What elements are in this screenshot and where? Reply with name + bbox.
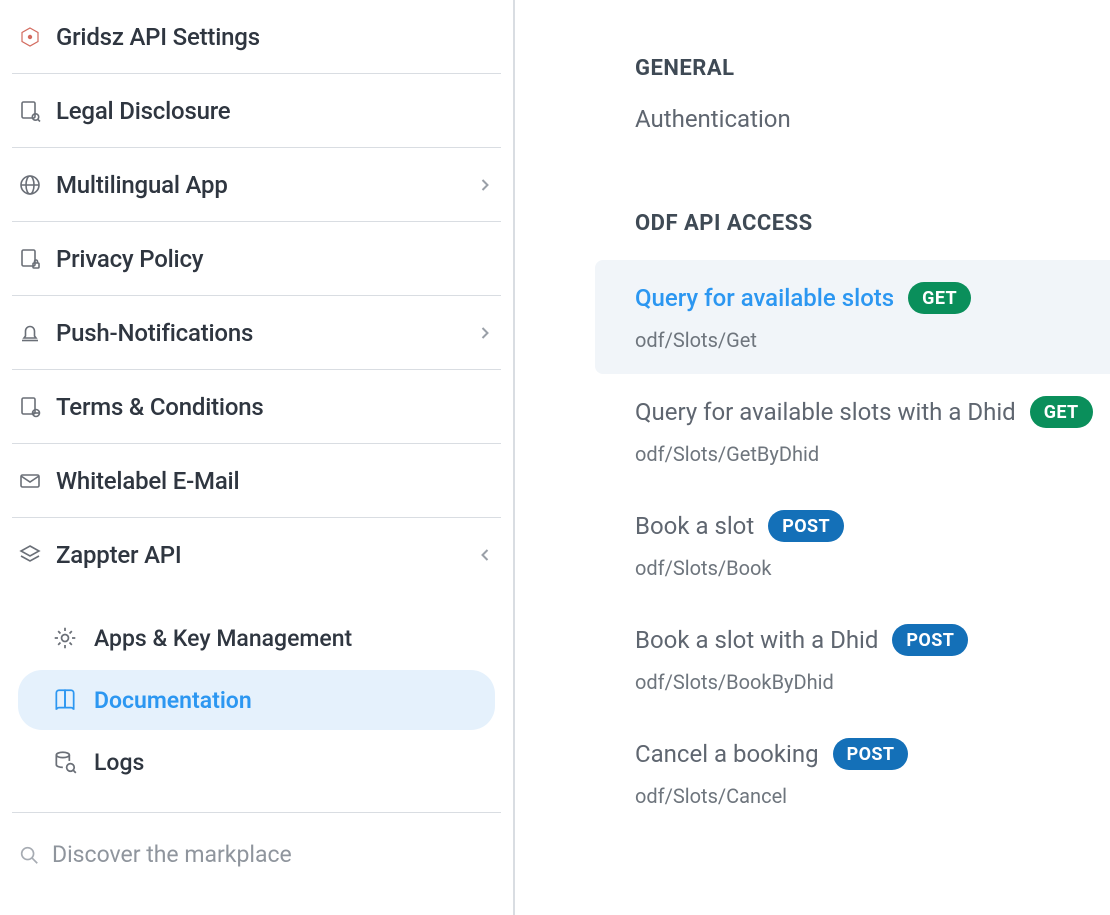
sidebar-item-push-notifications[interactable]: Push-Notifications xyxy=(12,296,501,370)
doc-globe-icon xyxy=(18,395,42,419)
globe-icon xyxy=(18,173,42,197)
endpoint-cancel-a-booking[interactable]: Cancel a booking POST odf/Slots/Cancel xyxy=(515,716,1110,830)
chevron-right-icon xyxy=(475,175,495,195)
sidebar-item-label: Terms & Conditions xyxy=(56,393,495,421)
endpoint-path: odf/Slots/BookByDhid xyxy=(635,670,1110,694)
chevron-down-icon xyxy=(475,545,495,565)
sidebar-item-multilingual-app[interactable]: Multilingual App xyxy=(12,148,501,222)
doc-link-authentication[interactable]: Authentication xyxy=(515,105,1110,133)
sub-item-documentation[interactable]: Documentation xyxy=(18,670,495,730)
endpoint-title: Cancel a booking xyxy=(635,740,819,768)
sidebar-item-legal-disclosure[interactable]: Legal Disclosure xyxy=(12,74,501,148)
endpoint-title-row: Book a slot POST xyxy=(635,510,1110,542)
endpoint-book-a-slot-dhid[interactable]: Book a slot with a Dhid POST odf/Slots/B… xyxy=(515,602,1110,716)
sidebar-item-gridsz-api-settings[interactable]: Gridsz API Settings xyxy=(12,0,501,74)
sidebar: Gridsz API Settings Legal Disclosure xyxy=(0,0,515,915)
book-icon xyxy=(52,687,78,713)
method-badge-post: POST xyxy=(768,510,844,542)
section-heading-general: GENERAL xyxy=(515,56,1110,105)
search-icon xyxy=(18,844,40,866)
sub-item-logs[interactable]: Logs xyxy=(18,732,495,792)
sub-item-label: Logs xyxy=(94,749,144,776)
chevron-right-icon xyxy=(475,323,495,343)
method-badge-post: POST xyxy=(892,624,968,656)
envelope-icon xyxy=(18,469,42,493)
method-badge-get: GET xyxy=(1030,396,1093,428)
zappter-api-sublist: Apps & Key Management Documentation xyxy=(12,592,501,813)
endpoint-title: Book a slot xyxy=(635,512,754,540)
sidebar-item-label: Push-Notifications xyxy=(56,319,475,347)
endpoint-path: odf/Slots/GetByDhid xyxy=(635,442,1110,466)
discover-label: Discover the markplace xyxy=(52,841,292,868)
doc-lock-icon xyxy=(18,247,42,271)
endpoint-path: odf/Slots/Cancel xyxy=(635,784,1110,808)
sidebar-item-label: Privacy Policy xyxy=(56,245,495,273)
sidebar-item-label: Gridsz API Settings xyxy=(56,23,495,51)
sidebar-item-label: Multilingual App xyxy=(56,171,475,199)
endpoint-query-available-slots-dhid[interactable]: Query for available slots with a Dhid GE… xyxy=(515,374,1110,488)
endpoint-title-row: Query for available slots GET xyxy=(635,282,1110,314)
bell-icon xyxy=(18,321,42,345)
endpoint-title: Book a slot with a Dhid xyxy=(635,626,878,654)
nav-list: Gridsz API Settings Legal Disclosure xyxy=(12,0,501,592)
endpoint-title-row: Book a slot with a Dhid POST xyxy=(635,624,1110,656)
sidebar-item-label: Legal Disclosure xyxy=(56,97,495,125)
sub-item-apps-key-management[interactable]: Apps & Key Management xyxy=(18,608,495,668)
sidebar-item-label: Whitelabel E-Mail xyxy=(56,467,495,495)
sidebar-item-whitelabel-email[interactable]: Whitelabel E-Mail xyxy=(12,444,501,518)
sidebar-item-zappter-api[interactable]: Zappter API xyxy=(12,518,501,592)
sidebar-item-terms-conditions[interactable]: Terms & Conditions xyxy=(12,370,501,444)
method-badge-get: GET xyxy=(908,282,971,314)
sub-item-label: Apps & Key Management xyxy=(94,625,352,652)
db-search-icon xyxy=(52,749,78,775)
endpoint-title-row: Cancel a booking POST xyxy=(635,738,1110,770)
hex-dot-icon xyxy=(18,25,42,49)
doc-search-icon xyxy=(18,99,42,123)
discover-marketplace-link[interactable]: Discover the markplace xyxy=(12,813,501,868)
endpoint-path: odf/Slots/Get xyxy=(635,328,1110,352)
endpoint-path: odf/Slots/Book xyxy=(635,556,1110,580)
endpoint-query-available-slots[interactable]: Query for available slots GET odf/Slots/… xyxy=(595,260,1110,374)
sub-item-label: Documentation xyxy=(94,687,252,714)
endpoint-title: Query for available slots xyxy=(635,284,894,312)
sidebar-item-privacy-policy[interactable]: Privacy Policy xyxy=(12,222,501,296)
app-root: Gridsz API Settings Legal Disclosure xyxy=(0,0,1110,915)
section-heading-odf-api-access: ODF API ACCESS xyxy=(515,211,1110,260)
sidebar-item-label: Zappter API xyxy=(56,541,475,569)
documentation-panel: GENERAL Authentication ODF API ACCESS Qu… xyxy=(515,0,1110,915)
endpoint-title-row: Query for available slots with a Dhid GE… xyxy=(635,396,1110,428)
stack-icon xyxy=(18,543,42,567)
gear-icon xyxy=(52,625,78,651)
method-badge-post: POST xyxy=(833,738,909,770)
endpoint-book-a-slot[interactable]: Book a slot POST odf/Slots/Book xyxy=(515,488,1110,602)
endpoint-title: Query for available slots with a Dhid xyxy=(635,398,1016,426)
